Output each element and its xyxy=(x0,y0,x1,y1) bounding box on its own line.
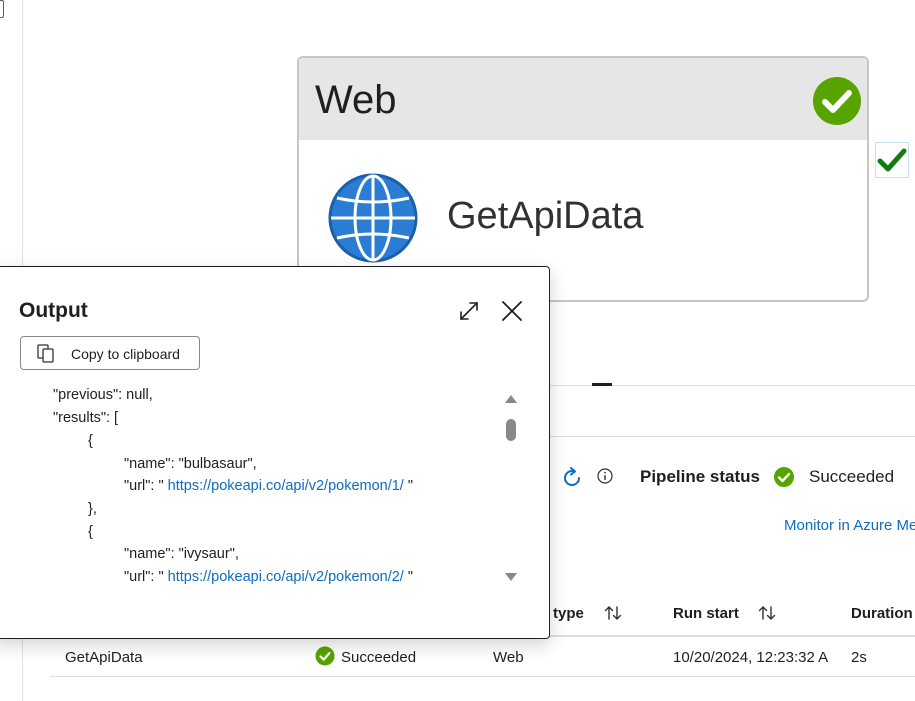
scroll-up-arrow-icon[interactable] xyxy=(505,395,517,403)
activity-run-status: Succeeded xyxy=(341,649,417,666)
json-line: "name": "bulbasaur", xyxy=(124,455,257,473)
check-circle-icon xyxy=(774,467,794,487)
column-header-duration[interactable]: Duration xyxy=(851,605,913,622)
column-header-type[interactable]: type xyxy=(553,605,584,622)
json-text: { xyxy=(88,524,93,540)
json-line: "url": " https://pokeapi.co/api/v2/pokem… xyxy=(124,568,413,586)
selected-tab-indicator xyxy=(592,383,612,386)
json-text: }, xyxy=(88,501,97,517)
json-text: { xyxy=(88,433,93,449)
scroll-down-arrow-icon[interactable] xyxy=(505,573,517,581)
table-row-divider xyxy=(50,676,915,677)
activity-card-header: Web xyxy=(299,58,867,140)
close-icon[interactable] xyxy=(501,300,523,322)
json-text: " xyxy=(403,478,414,494)
copy-to-clipboard-button[interactable]: Copy to clipboard xyxy=(20,336,200,370)
scroll-thumb[interactable] xyxy=(506,419,516,441)
output-scrollbar[interactable] xyxy=(502,389,520,589)
json-line: }, xyxy=(88,500,97,518)
sort-icon[interactable] xyxy=(603,604,623,622)
pipeline-status-value: Succeeded xyxy=(809,467,895,486)
output-json-viewer[interactable]: "previous": null, "results": [ { "name":… xyxy=(53,384,495,592)
json-line: { xyxy=(88,432,93,450)
activity-run-type: Web xyxy=(493,649,524,666)
dialog-title: Output xyxy=(19,299,88,322)
copy-icon xyxy=(37,344,54,363)
info-icon[interactable] xyxy=(597,468,613,484)
json-line: "previous": null, xyxy=(53,386,153,404)
output-dialog: Output Copy to clipboard "previous": nul… xyxy=(0,266,550,639)
activity-type-label: Web xyxy=(315,78,397,122)
json-text: "url": " xyxy=(124,569,168,585)
json-text: "url": " xyxy=(124,478,168,494)
sort-icon[interactable] xyxy=(757,604,777,622)
json-line: "url": " https://pokeapi.co/api/v2/pokem… xyxy=(124,477,413,495)
section-divider xyxy=(549,436,915,437)
check-icon xyxy=(877,148,907,172)
activity-name: GetApiData xyxy=(447,195,644,237)
activity-run-name-link[interactable]: GetApiData xyxy=(65,649,143,666)
expand-icon[interactable] xyxy=(458,300,480,322)
activity-run-start: 10/20/2024, 12:23:32 A xyxy=(673,649,829,666)
json-text: "name": "bulbasaur", xyxy=(124,456,257,472)
check-circle-icon xyxy=(813,77,861,125)
copy-button-label: Copy to clipboard xyxy=(71,346,180,362)
json-text: "name": "ivysaur", xyxy=(124,546,239,562)
json-line: } xyxy=(88,590,93,592)
panel-toggle[interactable] xyxy=(0,0,4,18)
json-text: "results": [ xyxy=(53,410,119,426)
globe-icon xyxy=(328,173,418,263)
pipeline-status-label: Pipeline status xyxy=(640,467,760,486)
json-text: " xyxy=(403,569,414,585)
success-path-handle[interactable] xyxy=(875,142,909,178)
monitor-azure-link[interactable]: Monitor in Azure Me xyxy=(784,517,915,534)
check-circle-icon xyxy=(315,646,335,666)
refresh-icon[interactable] xyxy=(560,466,584,490)
json-text: } xyxy=(88,591,93,592)
json-line: "name": "ivysaur", xyxy=(124,545,239,563)
json-text: "previous": null, xyxy=(53,387,153,403)
json-line: { xyxy=(88,523,93,541)
column-header-run-start[interactable]: Run start xyxy=(673,605,739,622)
json-url-link[interactable]: https://pokeapi.co/api/v2/pokemon/2/ xyxy=(168,569,404,585)
activity-run-duration: 2s xyxy=(851,649,867,666)
json-url-link[interactable]: https://pokeapi.co/api/v2/pokemon/1/ xyxy=(168,478,404,494)
json-line: "results": [ xyxy=(53,409,118,427)
